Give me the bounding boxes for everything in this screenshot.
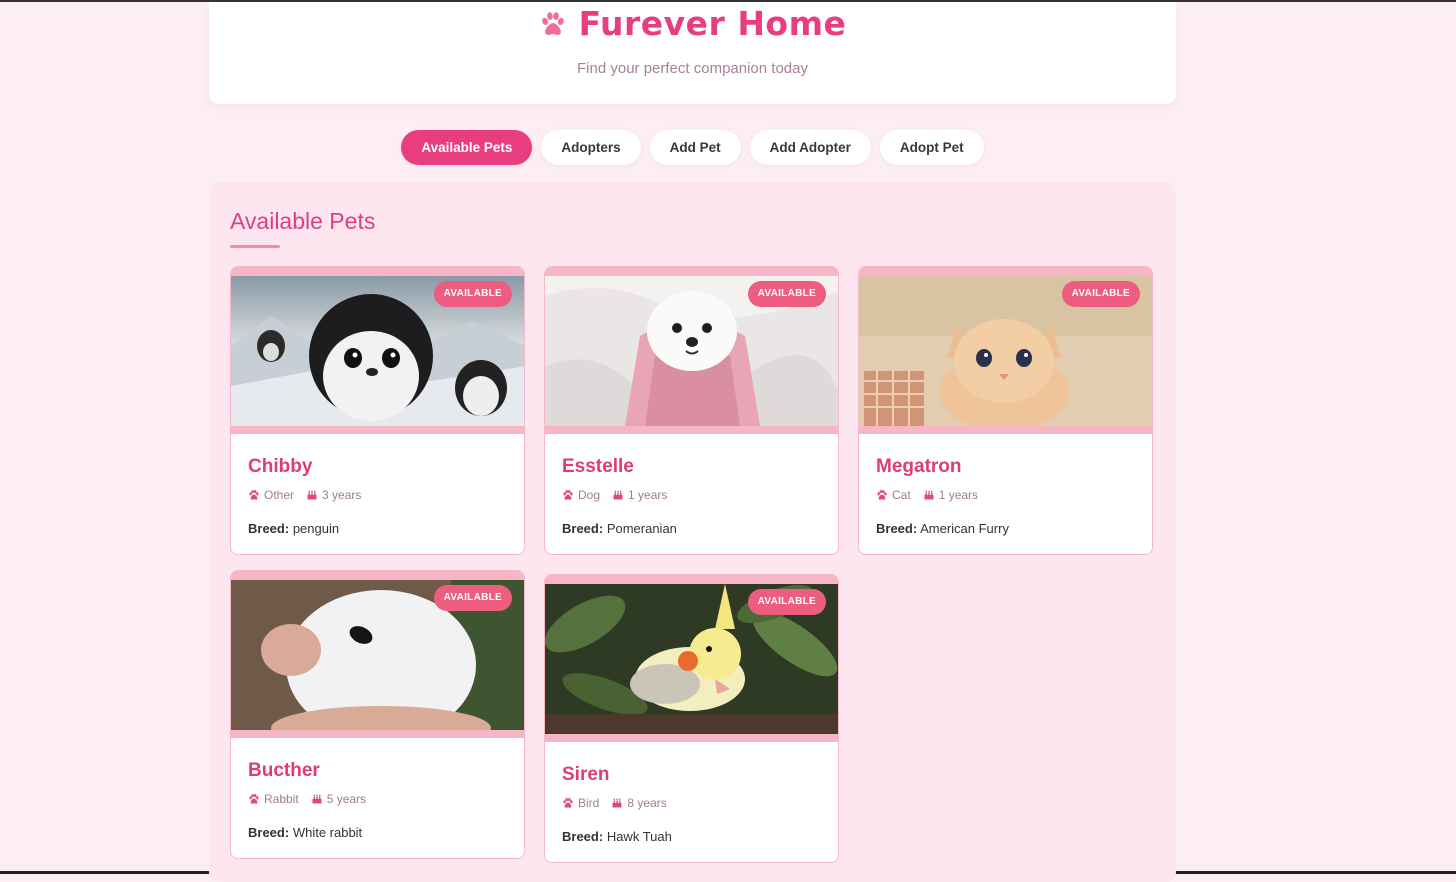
nav-adopters[interactable]: Adopters	[541, 130, 641, 165]
nav-adopt-pet[interactable]: Adopt Pet	[879, 130, 984, 165]
breed-label: Breed:	[876, 521, 918, 536]
cake-icon	[311, 793, 323, 805]
pet-age-label: 1 years	[628, 488, 668, 502]
pet-type: Other	[248, 488, 294, 502]
pet-age: 1 years	[923, 488, 978, 502]
pet-breed: Breed: American Furry	[876, 521, 1135, 536]
pet-name: Esstelle	[562, 456, 634, 477]
pet-type-label: Cat	[892, 488, 911, 502]
breed-label: Breed:	[248, 521, 290, 536]
title-row: Furever Home	[209, 4, 1176, 43]
pet-age: 5 years	[311, 792, 366, 806]
section-title: Available Pets	[230, 208, 376, 234]
pet-type: Cat	[876, 488, 911, 502]
pet-type-label: Dog	[578, 488, 601, 502]
card-body: Siren Bird 8 years Breed: Hawk Tuah	[545, 742, 838, 862]
pet-name: Megatron	[876, 456, 962, 477]
paw-icon	[539, 10, 567, 38]
pet-meta: Dog 1 years	[562, 488, 821, 502]
pet-card-megatron[interactable]: AVAILABLE Megatron Cat 1 years Breed: Am…	[858, 266, 1153, 555]
status-badge: AVAILABLE	[433, 585, 512, 611]
card-body: Bucther Rabbit 5 years Breed: White rabb…	[231, 738, 524, 858]
photo-frame: AVAILABLE	[545, 575, 838, 742]
breed-label: Breed:	[248, 825, 290, 840]
pet-card-esstelle[interactable]: AVAILABLE Esstelle Dog 1 years Breed: Po…	[544, 266, 839, 555]
pet-name: Siren	[562, 764, 610, 785]
pet-card-bucther[interactable]: AVAILABLE Bucther Rabbit 5 years Breed: …	[230, 570, 525, 859]
cake-icon	[923, 489, 935, 501]
card-body: Megatron Cat 1 years Breed: American Fur…	[859, 434, 1152, 554]
photo-frame: AVAILABLE	[545, 267, 838, 434]
paw-icon	[562, 489, 574, 501]
pet-age: 3 years	[306, 488, 361, 502]
pet-meta: Other 3 years	[248, 488, 507, 502]
pet-age: 8 years	[611, 796, 667, 810]
photo-frame: AVAILABLE	[231, 267, 524, 434]
pet-card-chibby[interactable]: AVAILABLE Chibby Other 3 years Breed: pe…	[230, 266, 525, 555]
pet-meta: Rabbit 5 years	[248, 792, 507, 806]
pet-meta: Bird 8 years	[562, 796, 821, 810]
breed-value: American Furry	[920, 521, 1009, 536]
breed-value: White rabbit	[292, 825, 363, 840]
status-badge: AVAILABLE	[433, 281, 512, 307]
photo-frame: AVAILABLE	[231, 571, 524, 738]
pet-meta: Cat 1 years	[876, 488, 1135, 502]
pet-type-label: Other	[264, 488, 295, 502]
pet-name: Chibby	[248, 456, 313, 477]
cake-icon	[306, 489, 318, 501]
pet-breed: Breed: Hawk Tuah	[562, 829, 821, 844]
pet-type: Dog	[562, 488, 600, 502]
breed-value: Hawk Tuah	[606, 829, 672, 844]
cake-icon	[612, 489, 624, 501]
status-badge: AVAILABLE	[747, 281, 826, 307]
pet-breed: Breed: penguin	[248, 521, 507, 536]
pet-type-label: Rabbit	[264, 792, 299, 806]
paw-icon	[562, 797, 574, 809]
app-title: Furever Home	[578, 4, 847, 43]
pet-age: 1 years	[612, 488, 667, 502]
app-subtitle: Find your perfect companion today	[577, 60, 808, 77]
pet-type: Rabbit	[248, 792, 299, 806]
nav-bar: Available Pets Adopters Add Pet Add Adop…	[0, 130, 1385, 165]
status-badge: AVAILABLE	[1061, 281, 1140, 307]
status-badge: AVAILABLE	[747, 589, 826, 615]
breed-label: Breed:	[562, 829, 604, 844]
header: Furever Home Find your perfect companion…	[209, 2, 1176, 104]
pet-type: Bird	[562, 796, 599, 810]
breed-label: Breed:	[562, 521, 604, 536]
pet-age-label: 1 years	[938, 488, 979, 502]
section-underline	[230, 245, 280, 248]
pet-age-label: 3 years	[322, 488, 362, 502]
breed-value: Pomeranian	[606, 521, 677, 536]
paw-icon	[248, 489, 260, 501]
pet-breed: Breed: White rabbit	[248, 825, 507, 840]
nav-add-pet[interactable]: Add Pet	[649, 130, 741, 165]
paw-icon	[876, 489, 888, 501]
pet-card-siren[interactable]: AVAILABLE Siren Bird 8 years Breed: Hawk…	[544, 574, 839, 863]
nav-add-adopter[interactable]: Add Adopter	[749, 130, 871, 165]
cake-icon	[611, 797, 623, 809]
main-panel: Available Pets AVAILABLE Chibby Other 3 …	[209, 182, 1176, 882]
pet-breed: Breed: Pomeranian	[562, 521, 821, 536]
pet-age-label: 8 years	[627, 796, 667, 810]
photo-frame: AVAILABLE	[859, 267, 1152, 434]
card-body: Chibby Other 3 years Breed: penguin	[231, 434, 524, 554]
nav-available-pets[interactable]: Available Pets	[401, 130, 533, 165]
card-body: Esstelle Dog 1 years Breed: Pomeranian	[545, 434, 838, 554]
paw-icon	[248, 793, 260, 805]
pet-name: Bucther	[248, 760, 320, 781]
breed-value: penguin	[292, 521, 340, 536]
pet-type-label: Bird	[578, 796, 600, 810]
pet-age-label: 5 years	[326, 792, 367, 806]
